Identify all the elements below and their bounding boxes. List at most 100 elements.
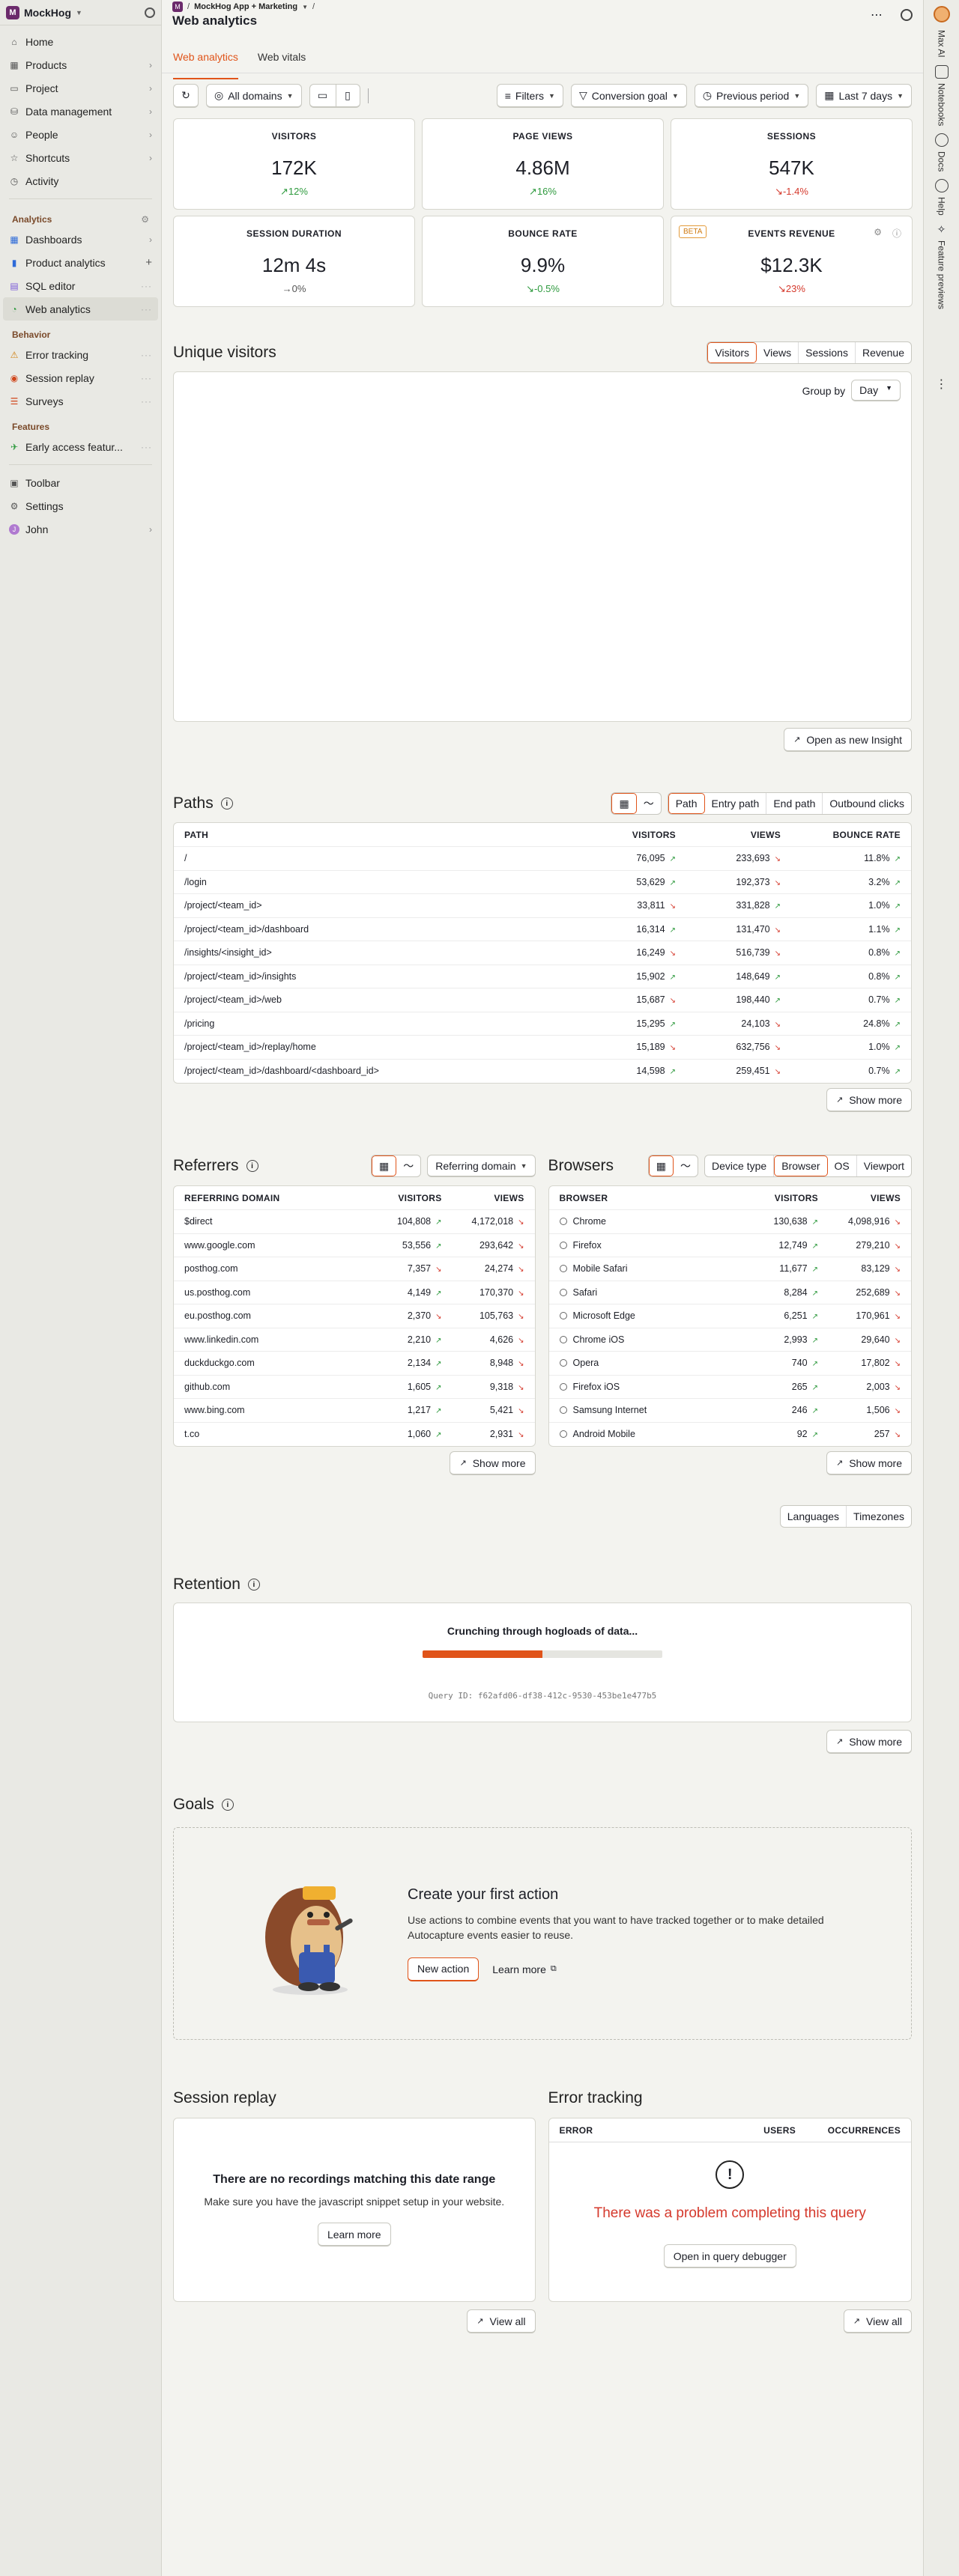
table-view-icon[interactable]: ▦ bbox=[648, 1155, 674, 1176]
graph-view-icon[interactable]: 〜 bbox=[674, 1155, 698, 1176]
open-insight-button[interactable]: ↗ Open as new Insight bbox=[784, 728, 912, 752]
more-icon[interactable]: ⋮ bbox=[924, 377, 959, 392]
settings-icon[interactable]: ⚙ bbox=[874, 227, 882, 240]
table-row[interactable]: eu.posthog.com 2,370 ↘ 105,763 ↘ bbox=[174, 1304, 535, 1328]
sidebar-item-product-analytics[interactable]: ▮ Product analytics + bbox=[3, 251, 158, 274]
plus-icon[interactable]: + bbox=[145, 256, 152, 269]
sidebar-item-products[interactable]: ▦ Products › bbox=[3, 53, 158, 76]
sidebar-item-session-replay[interactable]: ◉ Session replay ··· bbox=[3, 366, 158, 389]
sidebar-item-activity[interactable]: ◷ Activity bbox=[3, 169, 158, 192]
path-cell[interactable]: /pricing bbox=[184, 1018, 593, 1029]
domain-select[interactable]: ◎ All domains ▼ bbox=[206, 84, 302, 108]
table-row[interactable]: github.com 1,605 ↗ 9,318 ↘ bbox=[174, 1376, 535, 1399]
tab-revenue[interactable]: Revenue bbox=[856, 342, 911, 363]
sidebar-item-web-analytics[interactable]: ◔ Web analytics ··· bbox=[3, 297, 158, 321]
table-row[interactable]: Microsoft Edge 6,251 ↗ 170,961 ↘ bbox=[548, 1304, 911, 1328]
table-row[interactable]: www.linkedin.com 2,210 ↗ 4,626 ↘ bbox=[174, 1328, 535, 1352]
compare-select[interactable]: ◷ Previous period ▼ bbox=[694, 84, 809, 108]
table-row[interactable]: Safari 8,284 ↗ 252,689 ↘ bbox=[548, 1281, 911, 1304]
graph-view-icon[interactable]: 〜 bbox=[396, 1155, 420, 1176]
tab-outbound-clicks[interactable]: Outbound clicks bbox=[823, 793, 911, 814]
more-icon[interactable]: ··· bbox=[141, 304, 152, 315]
org-name[interactable]: MockHog bbox=[24, 7, 71, 19]
tab-path[interactable]: Path bbox=[668, 793, 705, 814]
tab-browser[interactable]: Browser bbox=[774, 1155, 828, 1176]
path-cell[interactable]: /project/<team_id>/web bbox=[184, 994, 593, 1005]
info-icon[interactable]: i bbox=[220, 798, 233, 809]
conversion-goal-select[interactable]: ▽ Conversion goal ▼ bbox=[570, 84, 687, 108]
mobile-filter-button[interactable]: ▯ bbox=[336, 84, 360, 108]
table-row[interactable]: us.posthog.com 4,149 ↗ 170,370 ↘ bbox=[174, 1281, 535, 1304]
table-row[interactable]: www.google.com 53,556 ↗ 293,642 ↘ bbox=[174, 1234, 535, 1257]
browsers-show-more-button[interactable]: ↗ Show more bbox=[826, 1451, 912, 1475]
sidebar-item-toolbar[interactable]: ▣ Toolbar bbox=[3, 471, 158, 494]
learn-more-link[interactable]: Learn more ⧉ bbox=[492, 1963, 556, 1975]
notebooks-tab[interactable]: Notebooks bbox=[924, 64, 959, 126]
date-range-select[interactable]: ▦ Last 7 days ▼ bbox=[816, 84, 912, 108]
tab-web-vitals[interactable]: Web vitals bbox=[258, 45, 306, 69]
reload-button[interactable]: ↻ bbox=[173, 84, 199, 108]
table-row[interactable]: Mobile Safari 11,677 ↗ 83,129 ↘ bbox=[548, 1257, 911, 1281]
table-row[interactable]: /76,095 ↗ 233,693 ↘ 11.8% ↗ bbox=[174, 847, 911, 871]
more-options-icon[interactable]: ⋯ bbox=[871, 7, 883, 22]
desktop-filter-button[interactable]: ▭ bbox=[309, 84, 336, 108]
tab-web-analytics[interactable]: Web analytics bbox=[173, 45, 238, 79]
tab-visitors[interactable]: Visitors bbox=[707, 342, 757, 363]
path-cell[interactable]: / bbox=[184, 853, 593, 863]
path-cell[interactable]: /project/<team_id>/dashboard bbox=[184, 924, 593, 935]
sidebar-item-john[interactable]: J John › bbox=[3, 517, 158, 541]
more-icon[interactable]: ··· bbox=[141, 396, 152, 407]
metric-card-sessions[interactable]: SESSIONS 547K ↘-1.4% bbox=[671, 118, 913, 210]
table-view-icon[interactable]: ▦ bbox=[371, 1155, 397, 1176]
search-icon[interactable] bbox=[145, 7, 155, 18]
docs-tab[interactable]: Docs bbox=[924, 133, 959, 171]
table-row[interactable]: Firefox 12,749 ↗ 279,210 ↘ bbox=[548, 1234, 911, 1257]
tab-os[interactable]: OS bbox=[828, 1155, 857, 1176]
info-icon[interactable]: i bbox=[246, 1160, 258, 1172]
sidebar-item-settings[interactable]: ⚙ Settings bbox=[3, 494, 158, 517]
chevron-down-icon[interactable]: ▼ bbox=[302, 4, 308, 10]
chevron-down-icon[interactable]: ▼ bbox=[76, 9, 82, 16]
feature-previews-tab[interactable]: ✧ Feature previews bbox=[924, 223, 959, 309]
tab-device-type[interactable]: Device type bbox=[705, 1155, 775, 1176]
tab-end-path[interactable]: End path bbox=[766, 793, 823, 814]
table-row[interactable]: /project/<team_id>/dashboard/<dashboard_… bbox=[174, 1060, 911, 1084]
table-row[interactable]: Android Mobile 92 ↗ 257 ↘ bbox=[549, 1423, 911, 1447]
path-cell[interactable]: /project/<team_id>/insights bbox=[184, 971, 593, 982]
table-row[interactable]: /login 53,629 ↗ 192,373 ↘ 3.2% ↗ bbox=[174, 871, 911, 894]
table-row[interactable]: $direct 104,808 ↗ 4,172,018 ↘ bbox=[174, 1210, 535, 1234]
avatar[interactable] bbox=[933, 6, 950, 22]
metric-card-events-revenue[interactable]: BETA ⚙ ⓘ EVENTS REVENUE $12.3K ↘23% bbox=[671, 216, 913, 307]
max-ai-tab[interactable]: Max AI bbox=[924, 30, 959, 58]
tab-sessions[interactable]: Sessions bbox=[799, 342, 856, 363]
table-row[interactable]: /pricing 15,295 ↗ 24,103 ↘ 24.8% ↗ bbox=[174, 1012, 911, 1036]
table-row[interactable]: Chrome 130,638 ↗ 4,098,916 ↘ bbox=[548, 1210, 911, 1234]
query-debugger-button[interactable]: Open in query debugger bbox=[663, 2244, 796, 2268]
sidebar-item-data-management[interactable]: ⛁ Data management › bbox=[3, 100, 158, 123]
breadcrumb-project[interactable]: MockHog App + Marketing bbox=[194, 2, 297, 11]
table-view-icon[interactable]: ▦ bbox=[611, 793, 637, 814]
more-icon[interactable]: ··· bbox=[141, 442, 152, 452]
sidebar-item-people[interactable]: ☺ People › bbox=[3, 123, 158, 146]
table-row[interactable]: Opera 740 ↗ 17,802 ↘ bbox=[548, 1352, 911, 1376]
metric-card-visitors[interactable]: VISITORS 172K ↗12% bbox=[173, 118, 415, 210]
paths-show-more-button[interactable]: ↗ Show more bbox=[826, 1088, 912, 1112]
settings-icon[interactable] bbox=[901, 9, 913, 21]
sidebar-item-shortcuts[interactable]: ☆ Shortcuts › bbox=[3, 146, 158, 169]
path-cell[interactable]: /project/<team_id>/replay/home bbox=[184, 1042, 593, 1052]
tab-views[interactable]: Views bbox=[757, 342, 799, 363]
referrers-show-more-button[interactable]: ↗ Show more bbox=[450, 1451, 536, 1475]
table-row[interactable]: t.co 1,060 ↗ 2,931 ↘ bbox=[174, 1423, 535, 1447]
table-row[interactable]: /project/<team_id>/replay/home 15,189 ↘ 632… bbox=[174, 1036, 911, 1060]
table-row[interactable]: /project/<team_id>/web 15,687 ↘ 198,440 ↗ 0.7… bbox=[174, 988, 911, 1012]
metric-card-page-views[interactable]: PAGE VIEWS 4.86M ↗16% bbox=[422, 118, 664, 210]
path-cell[interactable]: /insights/<insight_id> bbox=[184, 947, 593, 958]
new-action-button[interactable]: New action bbox=[408, 1957, 480, 1981]
sidebar-item-sql-editor[interactable]: ▤ SQL editor ··· bbox=[3, 274, 158, 297]
group-by-select[interactable]: Day ▼ bbox=[851, 380, 901, 401]
table-row[interactable]: Samsung Internet 246 ↗ 1,506 ↘ bbox=[548, 1399, 911, 1423]
path-cell[interactable]: /project/<team_id> bbox=[184, 900, 593, 911]
table-row[interactable]: www.bing.com 1,217 ↗ 5,421 ↘ bbox=[174, 1399, 535, 1423]
sidebar-item-home[interactable]: ⌂ Home bbox=[3, 30, 158, 53]
info-icon[interactable]: ⓘ bbox=[892, 227, 901, 240]
